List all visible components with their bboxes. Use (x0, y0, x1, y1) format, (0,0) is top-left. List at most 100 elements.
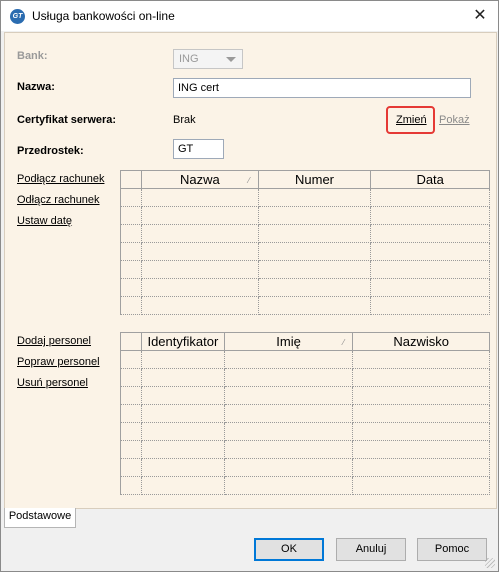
table-cell[interactable] (353, 477, 490, 495)
table-cell[interactable] (224, 423, 354, 441)
table-cell[interactable] (224, 441, 354, 459)
row-selector[interactable] (121, 423, 142, 441)
table-cell[interactable] (142, 405, 225, 423)
row-selector[interactable] (121, 405, 142, 423)
table-cell[interactable] (258, 225, 372, 243)
table-row[interactable] (121, 351, 490, 369)
close-button[interactable]: ✕ (468, 5, 492, 27)
table-cell[interactable] (371, 243, 490, 261)
add-personnel-link[interactable]: Dodaj personel (17, 335, 91, 347)
table-row[interactable] (121, 477, 490, 495)
table-cell[interactable] (258, 207, 372, 225)
table-cell[interactable] (142, 225, 259, 243)
table-cell[interactable] (142, 279, 259, 297)
table-cell[interactable] (224, 387, 354, 405)
table-cell[interactable] (142, 441, 225, 459)
table-row[interactable] (121, 297, 490, 315)
table-cell[interactable] (142, 477, 225, 495)
table-cell[interactable] (142, 387, 225, 405)
ok-button[interactable]: OK (254, 538, 324, 561)
table-row[interactable] (121, 189, 490, 207)
table-row[interactable] (121, 207, 490, 225)
table-cell[interactable] (258, 279, 372, 297)
table-row[interactable] (121, 423, 490, 441)
table-row[interactable] (121, 261, 490, 279)
table-row[interactable] (121, 441, 490, 459)
bank-select[interactable]: ING (173, 49, 243, 69)
chevron-down-icon (226, 57, 236, 62)
resize-grip-icon[interactable] (485, 558, 495, 568)
column-header-last-name[interactable]: Nazwisko (353, 333, 490, 351)
row-selector[interactable] (121, 459, 142, 477)
table-cell[interactable] (224, 405, 354, 423)
table-cell[interactable] (142, 423, 225, 441)
cert-change-link[interactable]: Zmień (396, 114, 427, 126)
table-cell[interactable] (258, 189, 372, 207)
table-cell[interactable] (353, 459, 490, 477)
table-row[interactable] (121, 279, 490, 297)
row-selector[interactable] (121, 225, 142, 243)
row-selector[interactable] (121, 351, 142, 369)
cancel-button[interactable]: Anuluj (336, 538, 406, 561)
table-row[interactable] (121, 405, 490, 423)
table-cell[interactable] (371, 207, 490, 225)
table-cell[interactable] (142, 189, 259, 207)
table-cell[interactable] (353, 441, 490, 459)
row-selector[interactable] (121, 477, 142, 495)
table-cell[interactable] (371, 297, 490, 315)
table-row[interactable] (121, 387, 490, 405)
table-row[interactable] (121, 243, 490, 261)
table-cell[interactable] (258, 297, 372, 315)
column-header-first-name[interactable]: Imię ⁄ (224, 333, 354, 351)
row-selector[interactable] (121, 261, 142, 279)
table-cell[interactable] (224, 351, 354, 369)
name-input[interactable]: ING cert (173, 78, 471, 98)
row-selector[interactable] (121, 441, 142, 459)
table-cell[interactable] (224, 369, 354, 387)
tab-basic[interactable]: Podstawowe (4, 508, 76, 528)
table-cell[interactable] (224, 459, 354, 477)
row-selector[interactable] (121, 243, 142, 261)
edit-personnel-link[interactable]: Popraw personel (17, 356, 100, 368)
row-selector[interactable] (121, 189, 142, 207)
prefix-input[interactable]: GT (173, 139, 224, 159)
row-selector[interactable] (121, 297, 142, 315)
table-cell[interactable] (142, 459, 225, 477)
remove-personnel-link[interactable]: Usuń personel (17, 377, 88, 389)
table-row[interactable] (121, 225, 490, 243)
row-selector[interactable] (121, 387, 142, 405)
table-cell[interactable] (353, 405, 490, 423)
table-cell[interactable] (371, 279, 490, 297)
table-cell[interactable] (353, 387, 490, 405)
table-cell[interactable] (353, 351, 490, 369)
table-row[interactable] (121, 459, 490, 477)
table-cell[interactable] (353, 369, 490, 387)
row-selector[interactable] (121, 279, 142, 297)
help-button[interactable]: Pomoc (417, 538, 487, 561)
row-selector[interactable] (121, 369, 142, 387)
row-selector[interactable] (121, 207, 142, 225)
table-cell[interactable] (142, 297, 259, 315)
column-header-number[interactable]: Numer (258, 171, 372, 189)
table-cell[interactable] (258, 243, 372, 261)
prefix-label: Przedrostek: (17, 145, 84, 157)
table-cell[interactable] (142, 369, 225, 387)
table-cell[interactable] (371, 189, 490, 207)
column-header-date[interactable]: Data (371, 171, 490, 189)
table-cell[interactable] (371, 261, 490, 279)
table-cell[interactable] (142, 351, 225, 369)
table-cell[interactable] (142, 261, 259, 279)
connect-account-link[interactable]: Podłącz rachunek (17, 173, 104, 185)
table-cell[interactable] (353, 423, 490, 441)
column-header-identifier[interactable]: Identyfikator (142, 333, 225, 351)
table-cell[interactable] (142, 207, 259, 225)
table-row[interactable] (121, 369, 490, 387)
set-date-link[interactable]: Ustaw datę (17, 215, 72, 227)
table-cell[interactable] (142, 243, 259, 261)
column-header-name[interactable]: Nazwa ⁄ (142, 171, 259, 189)
table-cell[interactable] (258, 261, 372, 279)
table-cell[interactable] (224, 477, 354, 495)
cert-show-link[interactable]: Pokaż (439, 114, 470, 126)
disconnect-account-link[interactable]: Odłącz rachunek (17, 194, 100, 206)
table-cell[interactable] (371, 225, 490, 243)
